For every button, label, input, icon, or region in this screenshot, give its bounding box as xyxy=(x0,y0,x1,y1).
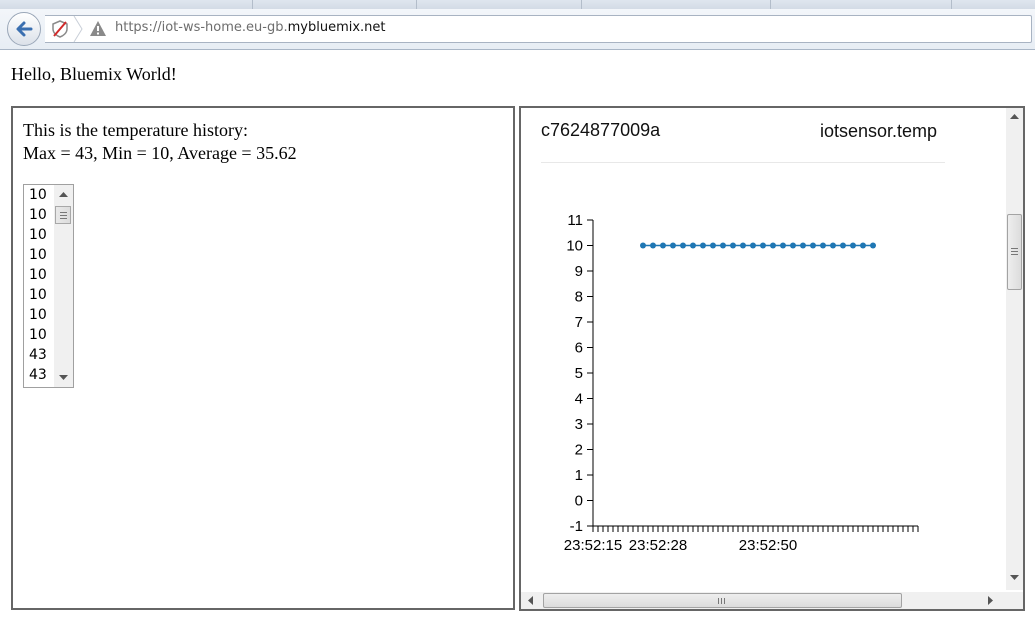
y-tick-label: 5 xyxy=(575,365,583,382)
horizontal-scroll-thumb[interactable] xyxy=(543,593,902,608)
data-point xyxy=(640,242,646,249)
breadcrumb-separator xyxy=(73,16,83,42)
y-tick-label: 4 xyxy=(575,391,583,408)
y-tick-label: 1 xyxy=(575,467,583,484)
data-point xyxy=(800,242,806,249)
scroll-up-icon[interactable] xyxy=(1010,114,1019,120)
x-tick-label: 23:52:15 xyxy=(564,537,622,554)
y-tick-label: 6 xyxy=(575,340,583,357)
y-tick-label: 10 xyxy=(566,238,583,255)
y-tick-label: 3 xyxy=(575,416,583,433)
list-item[interactable]: 10 xyxy=(29,205,47,225)
y-tick-label: 9 xyxy=(575,263,583,280)
data-point xyxy=(870,242,876,249)
y-tick-label: 2 xyxy=(575,442,583,459)
data-point xyxy=(720,242,726,249)
data-point xyxy=(770,242,776,249)
history-stats: Max = 43, Min = 10, Average = 35.62 xyxy=(23,143,297,163)
data-point xyxy=(790,242,796,249)
scroll-right-icon[interactable] xyxy=(987,596,993,605)
sensor-chart-frame: c7624877009a iotsensor.temp -1 0 1 2 3 4 5 6 7 8 9… xyxy=(519,106,1025,611)
list-item[interactable]: 43 xyxy=(29,345,47,365)
data-point xyxy=(670,242,676,249)
history-listbox[interactable]: 10 10 10 10 10 10 10 10 43 43 xyxy=(23,184,74,388)
list-item[interactable]: 10 xyxy=(29,305,47,325)
y-tick-label: 11 xyxy=(567,212,583,229)
greeting-text: Hello, Bluemix World! xyxy=(11,64,177,84)
scrollbar-corner xyxy=(1006,592,1023,609)
data-point xyxy=(680,242,686,249)
list-item[interactable]: 10 xyxy=(29,325,47,345)
scroll-down-icon[interactable] xyxy=(1010,574,1019,580)
y-tick-label: 7 xyxy=(575,314,583,331)
data-point xyxy=(740,242,746,249)
url-prefix: https://iot-ws-home.eu-gb. xyxy=(115,20,288,35)
x-tick-label: 23:52:28 xyxy=(629,537,687,554)
list-item[interactable]: 10 xyxy=(29,185,47,205)
data-point xyxy=(700,242,706,249)
y-tick-label: 0 xyxy=(575,493,583,510)
scroll-left-icon[interactable] xyxy=(528,596,534,605)
address-bar[interactable]: https://iot-ws-home.eu-gb.mybluemix.net xyxy=(45,15,1032,43)
history-title: This is the temperature history: xyxy=(23,120,248,140)
url-domain: mybluemix.net xyxy=(287,20,386,35)
data-point xyxy=(710,242,716,249)
list-item[interactable]: 43 xyxy=(29,365,47,385)
list-item[interactable]: 10 xyxy=(29,285,47,305)
data-point xyxy=(750,242,756,249)
data-point xyxy=(760,242,766,249)
security-warning-icon[interactable] xyxy=(89,20,107,37)
scroll-down-icon[interactable] xyxy=(59,374,68,380)
frame-horizontal-scrollbar[interactable] xyxy=(521,592,1006,609)
vertical-scroll-thumb[interactable] xyxy=(1007,214,1022,290)
data-point xyxy=(730,242,736,249)
history-panel: This is the temperature history: Max = 4… xyxy=(11,106,515,610)
back-button[interactable] xyxy=(7,12,41,46)
y-tick-label: 8 xyxy=(575,289,583,306)
data-point xyxy=(830,242,836,249)
list-item[interactable]: 10 xyxy=(29,265,47,285)
scroll-up-icon[interactable] xyxy=(59,192,68,198)
x-tick-label: 23:52:50 xyxy=(739,537,797,554)
data-point xyxy=(860,242,866,249)
temperature-line-chart: -1 0 1 2 3 4 5 6 7 8 9 10 11 23:52:15 23:52:28 23:52:50 xyxy=(564,212,919,554)
url-text[interactable]: https://iot-ws-home.eu-gb.mybluemix.net xyxy=(115,20,386,35)
data-point xyxy=(660,242,666,249)
list-item[interactable]: 10 xyxy=(29,245,47,265)
data-point xyxy=(840,242,846,249)
tracking-protection-icon[interactable] xyxy=(51,20,69,38)
navigation-bar: https://iot-ws-home.eu-gb.mybluemix.net xyxy=(0,9,1035,50)
data-point xyxy=(850,242,856,249)
data-point xyxy=(810,242,816,249)
data-point xyxy=(780,242,786,249)
data-point xyxy=(690,242,696,249)
data-point xyxy=(650,242,656,249)
list-item[interactable]: 10 xyxy=(29,225,47,245)
frame-vertical-scrollbar[interactable] xyxy=(1006,108,1023,590)
listbox-scroll-thumb[interactable] xyxy=(55,206,71,224)
data-point xyxy=(820,242,826,249)
y-tick-label: -1 xyxy=(570,518,583,535)
back-arrow-icon xyxy=(16,21,33,37)
listbox-scrollbar[interactable] xyxy=(54,185,73,387)
